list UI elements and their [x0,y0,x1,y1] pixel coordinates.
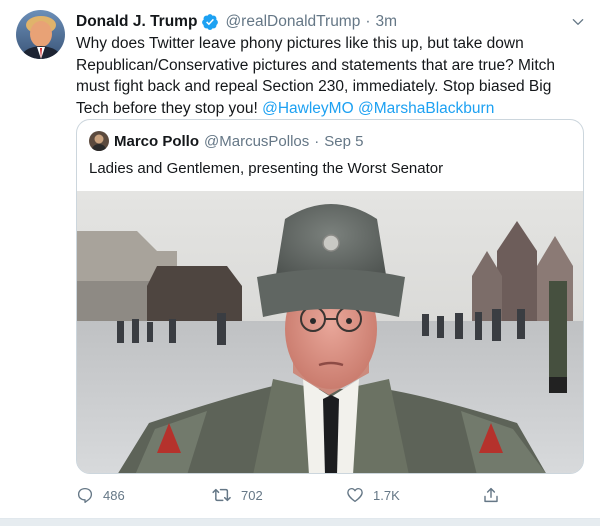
author-name[interactable]: Donald J. Trump [76,13,197,31]
separator-dot: · [365,13,371,30]
share-button[interactable] [482,482,509,508]
tweet-time[interactable]: 3m [376,13,398,31]
author-handle[interactable]: @realDonaldTrump [225,13,360,31]
tweet[interactable]: Donald J. Trump @realDonaldTrump · 3m Wh… [0,0,600,518]
quoted-author-handle: @MarcusPollos [204,132,310,150]
reply-button[interactable]: 486 [76,482,125,508]
tweet-header: Donald J. Trump @realDonaldTrump · 3m [76,11,397,33]
quoted-author-avatar [89,131,109,151]
quoted-date: Sep 5 [324,132,364,150]
timeline-divider [0,518,600,526]
quoted-author-name: Marco Pollo [114,132,200,150]
mention-marshablackburn[interactable]: @MarshaBlackburn [358,100,494,117]
like-button[interactable]: 1.7K [346,482,400,508]
reply-icon [77,487,93,503]
like-count: 1.7K [373,487,400,503]
share-icon [484,487,498,503]
author-avatar[interactable] [16,10,65,59]
tweet-actions: 486 702 1.7K [76,482,506,508]
tweet-text: Why does Twitter leave phony pictures li… [76,33,588,119]
quoted-photo[interactable] [77,191,583,473]
quoted-tweet-header: Marco Pollo @MarcusPollos · Sep 5 [89,131,363,151]
quoted-tweet[interactable]: Marco Pollo @MarcusPollos · Sep 5 Ladies… [76,119,584,474]
reply-count: 486 [103,487,125,503]
quoted-separator-dot: · [314,132,320,150]
chevron-down-icon[interactable] [568,12,588,32]
verified-badge-icon [201,13,219,31]
heart-icon [347,487,363,503]
retweet-button[interactable]: 702 [212,482,263,508]
mention-hawleymo[interactable]: @HawleyMO [262,100,354,117]
retweet-count: 702 [241,487,263,503]
retweet-icon [212,488,231,502]
quoted-text: Ladies and Gentlemen, presenting the Wor… [89,160,444,177]
